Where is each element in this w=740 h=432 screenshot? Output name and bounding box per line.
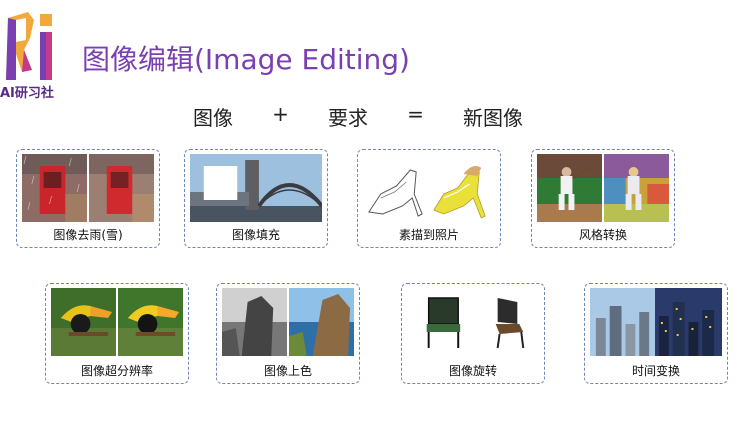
card-inpainting: 图像填充 — [184, 149, 328, 248]
card-time-change: 时间变换 — [584, 283, 728, 384]
clean-phonebooth-image — [89, 154, 154, 222]
card-label: 图像超分辨率 — [80, 364, 153, 378]
card-label: 风格转换 — [578, 228, 627, 242]
card-label: 时间变换 — [631, 364, 680, 378]
card-style-transfer: 风格转换 — [531, 149, 675, 248]
equation: 图像 + 要求 = 新图像 — [193, 102, 523, 131]
stylized-baseball-image — [604, 154, 669, 222]
equation-image: 图像 — [193, 106, 233, 130]
card-rotation: 图像旋转 — [401, 283, 545, 384]
toucan-lowres-image — [51, 288, 116, 356]
equation-new-image: 新图像 — [462, 106, 523, 130]
toucan-highres-image — [118, 288, 183, 356]
logo-text: AI研习社 — [0, 86, 54, 101]
card-label: 素描到照片 — [398, 228, 459, 242]
equation-equals: = — [407, 102, 424, 126]
shoe-sketch-image — [363, 154, 428, 222]
grayscale-coast-image — [222, 288, 287, 356]
colored-coast-image — [289, 288, 354, 356]
card-colorization: 图像上色 — [216, 283, 360, 384]
card-super-resolution: 图像超分辨率 — [45, 283, 189, 384]
card-label: 图像去雨(雪) — [53, 228, 123, 242]
card-derain: 图像去雨(雪) — [16, 149, 160, 248]
equation-requirement: 要求 — [327, 106, 368, 130]
city-day-night-image — [590, 288, 722, 356]
rainy-phonebooth-image — [22, 154, 87, 222]
equation-plus: + — [272, 102, 289, 126]
card-label: 图像上色 — [263, 364, 312, 378]
shoe-photo-image — [430, 154, 495, 222]
harbour-bridge-image — [190, 154, 322, 222]
chair-front-image — [407, 288, 472, 356]
baseball-photo-image — [537, 154, 602, 222]
card-label: 图像填充 — [231, 228, 280, 242]
page-title: 图像编辑(Image Editing) — [82, 43, 410, 76]
card-label: 图像旋转 — [448, 364, 497, 378]
card-sketch-to-photo: 素描到照片 — [357, 149, 501, 248]
chair-rotated-image — [474, 288, 539, 356]
